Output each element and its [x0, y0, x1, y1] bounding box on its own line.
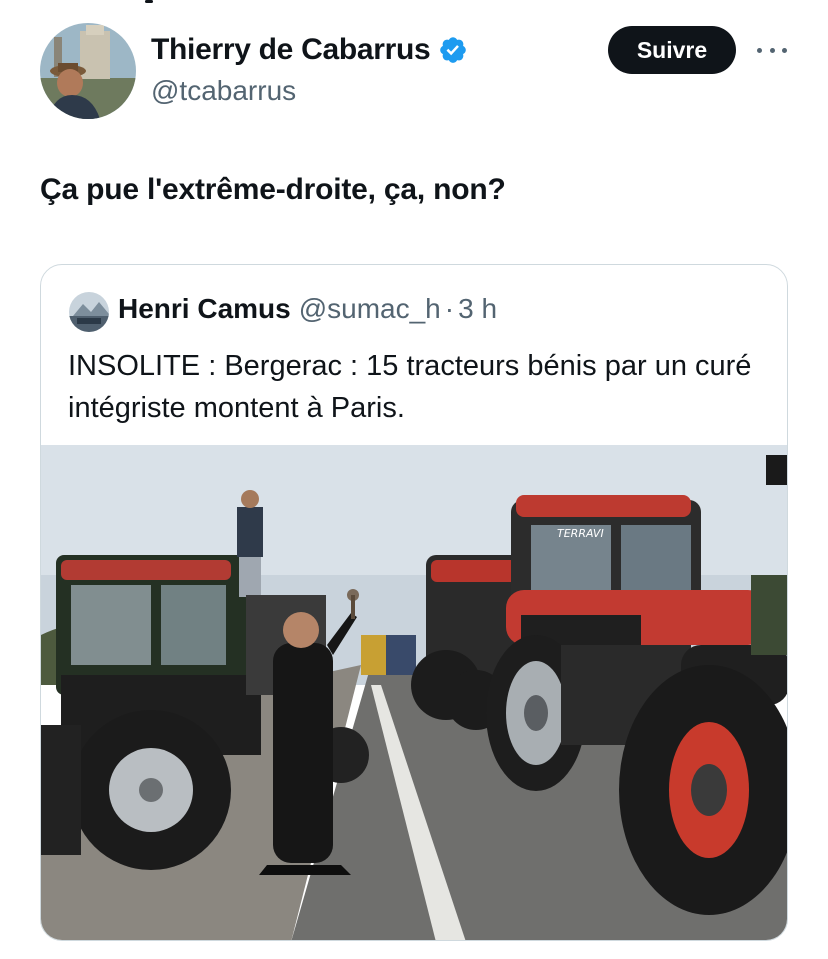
more-dot — [757, 47, 762, 53]
separator-dot: · — [444, 293, 455, 324]
quoted-media-photo[interactable]: TERRAVI — [41, 445, 788, 941]
previous-tweet-edge — [145, 0, 153, 3]
quoted-timestamp[interactable]: 3 h — [458, 293, 497, 325]
quoted-tweet-text: INSOLITE : Bergerac : 15 tracteurs bénis… — [68, 350, 752, 424]
author-handle[interactable]: @tcabarrus — [151, 75, 296, 107]
more-dot — [769, 47, 775, 53]
author-display-name[interactable]: Thierry de Cabarrus — [151, 33, 431, 67]
tweet-header: Thierry de Cabarrus @tcabarrus Suivre — [40, 23, 800, 123]
quoted-author-avatar[interactable] — [69, 292, 109, 332]
quoted-author-name[interactable]: Henri Camus — [118, 293, 291, 325]
tractor-label: TERRAVI — [557, 527, 604, 540]
tweet-text: Ça pue l'extrême-droite, ça, non? — [40, 173, 506, 206]
quoted-author-handle[interactable]: @sumac_h — [299, 293, 441, 325]
follow-button[interactable]: Suivre — [608, 26, 736, 74]
more-options-icon[interactable] — [754, 37, 790, 63]
quoted-tweet-card[interactable]: Henri Camus @sumac_h · 3 h INSOLITE : Be… — [40, 264, 788, 941]
author-avatar[interactable] — [40, 23, 136, 119]
verified-badge-icon — [438, 35, 468, 65]
more-dot — [782, 47, 787, 53]
